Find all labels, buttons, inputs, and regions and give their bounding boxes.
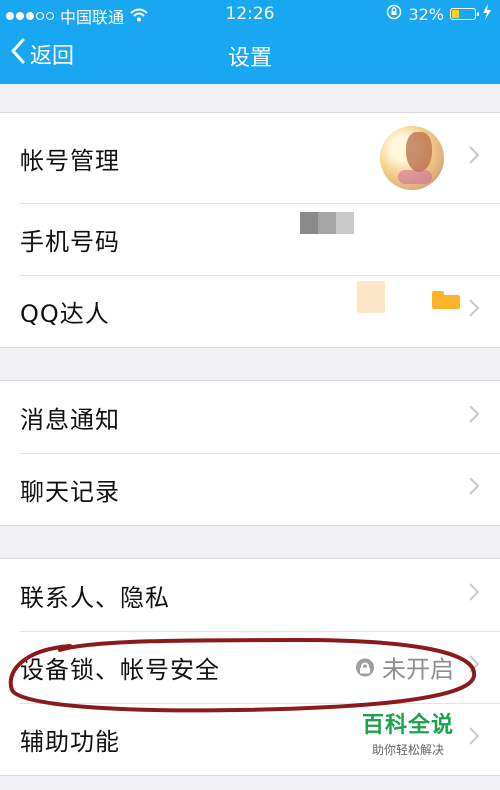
- obscured-badge: [357, 281, 385, 313]
- privacy-section: 联系人、隐私 设备锁、帐号安全 未开启 辅助功能 百科全说 助你轻松解决: [0, 558, 500, 776]
- chevron-right-icon: [468, 476, 480, 502]
- account-section: 帐号管理 手机号码 QQ达人: [0, 112, 500, 348]
- row-label: 辅助功能: [20, 727, 120, 756]
- row-label: 帐号管理: [20, 146, 120, 175]
- watermark-subtitle: 助你轻松解决: [371, 743, 444, 757]
- obscured-phone-value: [300, 212, 354, 234]
- orientation-lock-icon: [386, 4, 402, 24]
- settings-row-contacts-privacy[interactable]: 联系人、隐私: [0, 559, 500, 631]
- chevron-right-icon: [468, 404, 480, 430]
- row-label: 设备锁、帐号安全: [20, 655, 220, 684]
- status-bar: 中国联通 12:26 32%: [0, 0, 500, 28]
- settings-row-account-management[interactable]: 帐号管理: [0, 113, 500, 203]
- watermark-title: 百科全说: [361, 713, 454, 738]
- chevron-right-icon: [468, 654, 480, 680]
- row-label: 聊天记录: [20, 477, 120, 506]
- settings-row-phone-number[interactable]: 手机号码: [0, 203, 500, 275]
- page-title: 设置: [227, 46, 272, 71]
- settings-row-accessibility[interactable]: 辅助功能 百科全说 助你轻松解决: [0, 703, 500, 775]
- status-text: 未开启: [382, 655, 454, 684]
- battery-icon: [450, 8, 479, 20]
- chevron-right-icon: [468, 582, 480, 608]
- chevron-right-icon: [468, 145, 480, 171]
- row-label: 消息通知: [20, 405, 120, 434]
- chevron-right-icon: [468, 726, 480, 752]
- status-right: 32%: [386, 4, 492, 24]
- messages-section: 消息通知 聊天记录: [0, 380, 500, 526]
- avatar: [380, 126, 444, 190]
- row-label: 联系人、隐私: [20, 583, 170, 612]
- row-label: 手机号码: [20, 227, 120, 256]
- settings-row-device-lock[interactable]: 设备锁、帐号安全 未开启: [0, 631, 500, 703]
- watermark-logo: 百科全说 助你轻松解决: [362, 707, 454, 758]
- chevron-right-icon: [468, 298, 480, 324]
- navigation-bar: 中国联通 12:26 32% 返回 设置: [0, 0, 500, 84]
- settings-row-qq-expert[interactable]: QQ达人: [0, 275, 500, 347]
- settings-row-notifications[interactable]: 消息通知: [0, 381, 500, 453]
- settings-row-chat-history[interactable]: 聊天记录: [0, 453, 500, 525]
- device-lock-status: 未开启: [356, 650, 454, 685]
- folder-icon: [432, 291, 460, 309]
- row-label: QQ达人: [20, 299, 110, 328]
- charging-icon: [482, 4, 492, 24]
- lock-icon: [356, 658, 374, 676]
- battery-percent: 32%: [408, 4, 444, 24]
